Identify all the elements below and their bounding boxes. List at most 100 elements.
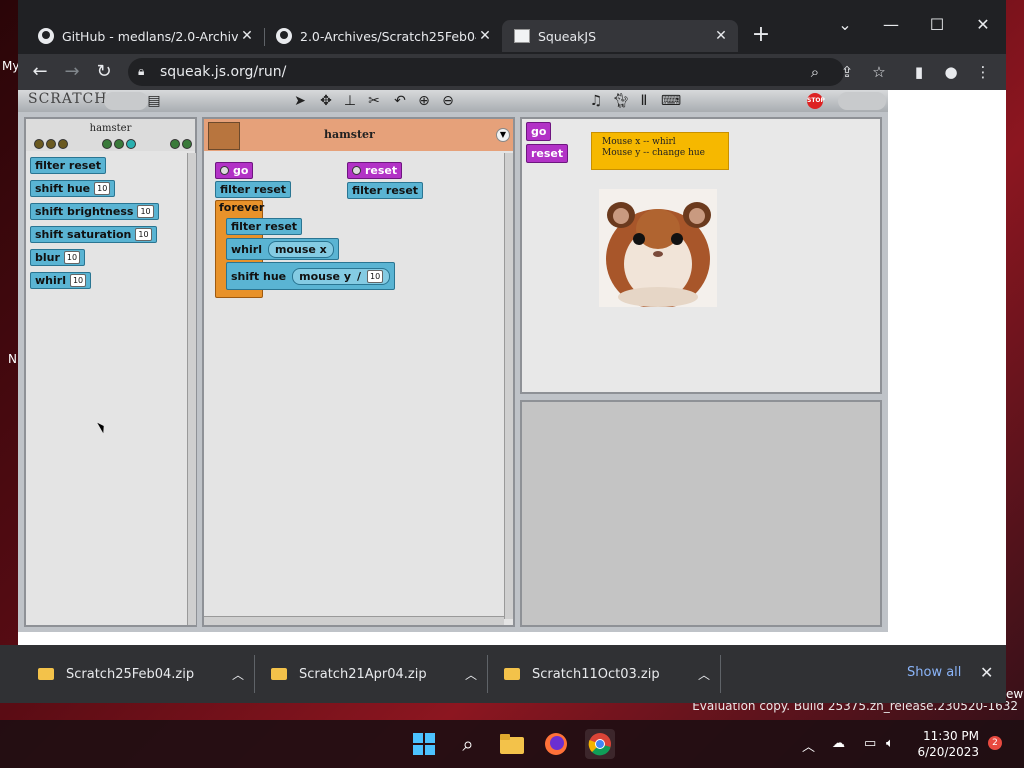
category-dot[interactable] bbox=[114, 139, 124, 149]
palette-block-filter-reset[interactable]: filter reset bbox=[30, 157, 107, 174]
block-number-input[interactable]: 10 bbox=[63, 251, 81, 264]
cat-sprite-icon[interactable]: 🐈︎ bbox=[612, 93, 630, 109]
back-arrow-icon[interactable]: ← bbox=[26, 58, 54, 86]
block-number-input[interactable]: 10 bbox=[135, 228, 152, 241]
division-reporter[interactable]: mouse y / 10 bbox=[292, 267, 391, 285]
tab-close-icon[interactable]: ✕ bbox=[476, 28, 494, 44]
system-clock[interactable]: 11:30 PM 6/20/2023 bbox=[917, 728, 979, 760]
minimize-icon[interactable]: — bbox=[876, 12, 906, 38]
tab-github-repo[interactable]: GitHub - medlans/2.0-Archives: S ✕ bbox=[26, 20, 264, 52]
browser-window: GitHub - medlans/2.0-Archives: S ✕ 2.0-A… bbox=[18, 0, 1006, 703]
tray-chevron-up-icon[interactable]: ︿ bbox=[802, 736, 815, 755]
network-icon[interactable]: ▭ bbox=[864, 736, 876, 751]
script-block-shift-hue[interactable]: shift hue mouse y / 10 bbox=[226, 262, 396, 290]
onedrive-icon[interactable]: ☁ bbox=[832, 736, 845, 751]
keyboard-icon[interactable]: ⌨ bbox=[660, 93, 682, 109]
category-dot[interactable] bbox=[58, 139, 68, 149]
script-block-filter-reset[interactable]: filter reset bbox=[215, 181, 292, 198]
block-number-input[interactable]: 10 bbox=[94, 182, 111, 195]
block-label: shift hue bbox=[231, 269, 287, 283]
download-item[interactable]: Scratch11Oct03.zip ︿ bbox=[504, 645, 710, 703]
chevron-up-icon[interactable]: ︿ bbox=[698, 666, 710, 683]
profile-icon[interactable]: ● bbox=[940, 61, 962, 83]
tab-squeakjs[interactable]: SqueakJS ✕ bbox=[502, 20, 738, 52]
menu-list-icon[interactable]: ▤ bbox=[146, 93, 162, 109]
arrow-cursor-icon[interactable]: ➤ bbox=[292, 93, 308, 109]
stamp-icon[interactable]: ⊥ bbox=[342, 93, 358, 109]
category-dot[interactable] bbox=[46, 139, 56, 149]
tab-search-chevron-icon[interactable]: ⌄ bbox=[830, 12, 860, 38]
palette-block-shift-brightness[interactable]: shift brightness 10 bbox=[30, 203, 159, 220]
chevron-up-icon[interactable]: ︿ bbox=[232, 666, 244, 683]
zoom-in-icon[interactable]: ⊕ bbox=[416, 93, 432, 109]
block-number-input[interactable]: 10 bbox=[137, 205, 154, 218]
sprite-thumbnail-icon[interactable] bbox=[208, 122, 240, 150]
grow-icon[interactable]: ✥ bbox=[318, 93, 334, 109]
reset-hat-block[interactable]: reset bbox=[347, 162, 403, 179]
download-item[interactable]: Scratch25Feb04.zip ︿ bbox=[38, 645, 244, 703]
search-icon[interactable]: ⌕ bbox=[453, 729, 483, 759]
download-separator bbox=[720, 655, 721, 693]
reload-icon[interactable]: ↻ bbox=[90, 58, 118, 86]
start-windows-icon[interactable] bbox=[409, 729, 439, 759]
block-number-input[interactable]: 10 bbox=[69, 274, 87, 287]
palette-block-shift-saturation[interactable]: shift saturation 10 bbox=[30, 226, 157, 243]
category-dot[interactable] bbox=[170, 139, 180, 149]
share-icon[interactable]: ⇪ bbox=[836, 61, 858, 83]
close-downloads-icon[interactable]: ✕ bbox=[980, 663, 993, 682]
side-panel-icon[interactable]: ▮ bbox=[908, 61, 930, 83]
block-label: filter reset bbox=[220, 183, 287, 196]
lock-icon[interactable]: 🔒︎ bbox=[138, 64, 144, 79]
music-note-icon[interactable]: ♫ bbox=[588, 93, 604, 109]
undo-icon[interactable]: ↶ bbox=[392, 93, 408, 109]
show-all-downloads-link[interactable]: Show all bbox=[907, 665, 961, 680]
stop-button[interactable]: STOP bbox=[807, 93, 825, 109]
desktop-text-fragment: N bbox=[8, 352, 17, 366]
bookmark-star-icon[interactable]: ☆ bbox=[868, 61, 890, 83]
block-number-input[interactable]: 10 bbox=[367, 269, 384, 283]
script-vertical-scrollbar[interactable] bbox=[504, 153, 513, 619]
stage-reset-button[interactable]: reset bbox=[526, 144, 569, 163]
stage[interactable]: go reset Mouse x -- whirl Mouse y -- cha… bbox=[520, 117, 882, 394]
forward-arrow-icon[interactable]: → bbox=[58, 58, 86, 86]
category-dot[interactable] bbox=[34, 139, 44, 149]
url-text[interactable]: squeak.js.org/run/ bbox=[160, 64, 286, 80]
download-item[interactable]: Scratch21Apr04.zip ︿ bbox=[271, 645, 477, 703]
text-tool-icon[interactable]: Ⅱ bbox=[636, 93, 652, 109]
category-dot[interactable] bbox=[182, 139, 192, 149]
script-block-whirl[interactable]: whirl mouse x bbox=[226, 238, 339, 260]
volume-icon[interactable]: 🔈︎ bbox=[886, 736, 894, 751]
palette-block-shift-hue[interactable]: shift hue 10 bbox=[30, 180, 116, 197]
dropdown-chevron-icon[interactable]: ▼ bbox=[496, 128, 510, 142]
close-window-icon[interactable]: ✕ bbox=[968, 12, 998, 38]
notification-badge[interactable]: 2 bbox=[988, 736, 1002, 750]
new-tab-button[interactable]: + bbox=[748, 22, 774, 48]
mouse-x-reporter[interactable]: mouse x bbox=[267, 240, 334, 258]
zoom-search-icon[interactable]: ⌕ bbox=[804, 61, 826, 83]
category-dot[interactable] bbox=[126, 139, 136, 149]
palette-title: hamster bbox=[89, 123, 132, 134]
menu-kebab-icon[interactable]: ⋮ bbox=[972, 61, 994, 83]
sprite-library-pane bbox=[520, 400, 882, 627]
zoom-out-icon[interactable]: ⊖ bbox=[440, 93, 456, 109]
tab-github-zip[interactable]: 2.0-Archives/Scratch25Feb04.zip ✕ bbox=[264, 20, 502, 52]
stage-go-button[interactable]: go bbox=[526, 122, 552, 141]
script-block-filter-reset[interactable]: filter reset bbox=[347, 182, 424, 199]
script-horizontal-scrollbar[interactable] bbox=[204, 616, 504, 625]
chevron-up-icon[interactable]: ︿ bbox=[465, 666, 477, 683]
category-dot[interactable] bbox=[102, 139, 112, 149]
mouse-y-reporter[interactable]: mouse y bbox=[299, 269, 351, 284]
firefox-icon[interactable] bbox=[541, 729, 571, 759]
palette-scrollbar[interactable] bbox=[187, 153, 196, 625]
go-hat-block[interactable]: go bbox=[215, 162, 254, 179]
scissors-icon[interactable]: ✂ bbox=[366, 93, 382, 109]
script-block-filter-reset[interactable]: filter reset bbox=[226, 218, 303, 235]
tab-close-icon[interactable]: ✕ bbox=[712, 28, 730, 44]
tab-close-icon[interactable]: ✕ bbox=[238, 28, 256, 44]
file-explorer-icon[interactable] bbox=[497, 729, 527, 759]
palette-block-whirl[interactable]: whirl 10 bbox=[30, 272, 92, 289]
maximize-icon[interactable]: ☐ bbox=[922, 12, 952, 38]
palette-block-blur[interactable]: blur 10 bbox=[30, 249, 86, 266]
hamster-sprite[interactable] bbox=[599, 189, 717, 307]
chrome-icon[interactable] bbox=[585, 729, 615, 759]
